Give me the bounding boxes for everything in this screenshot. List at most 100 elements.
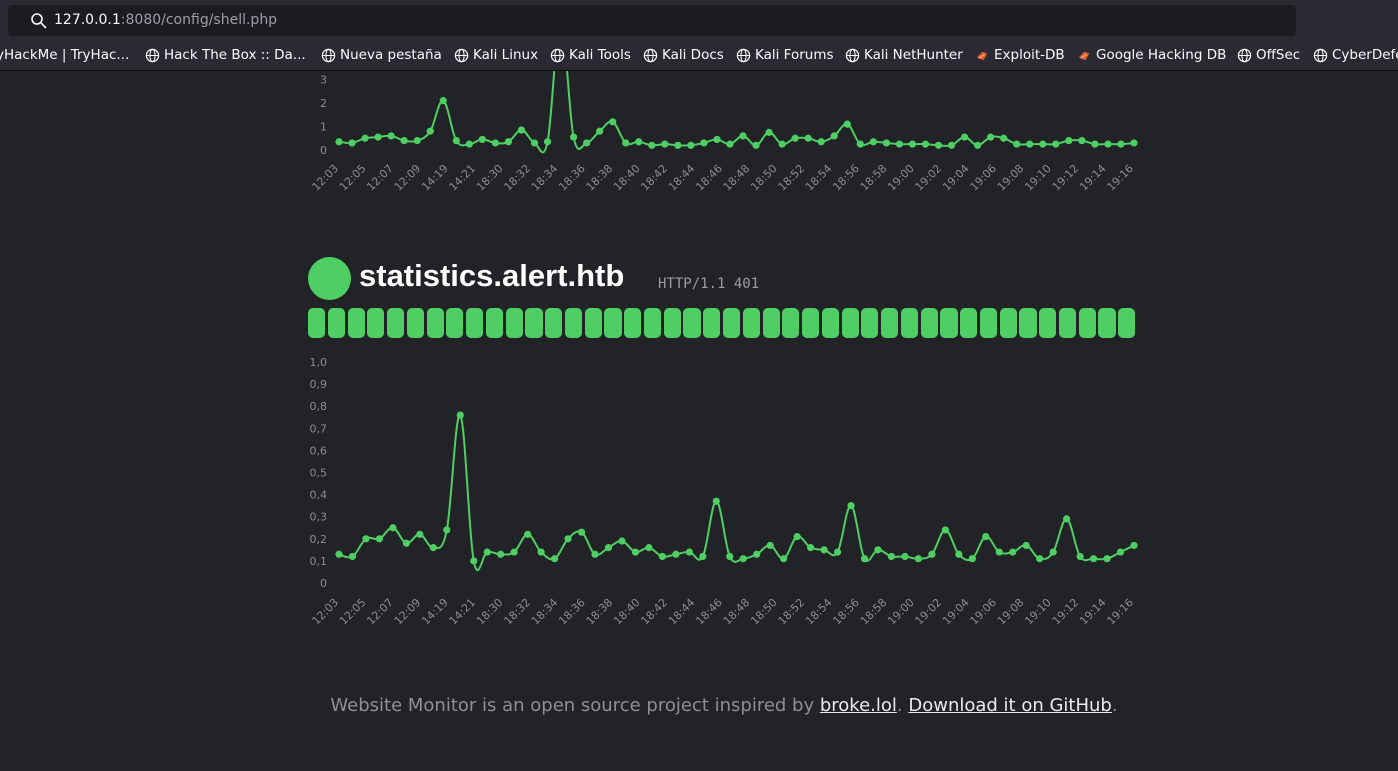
data-point[interactable] — [530, 139, 539, 147]
data-point[interactable] — [1091, 140, 1099, 148]
data-point[interactable] — [537, 548, 545, 556]
status-bar[interactable] — [663, 308, 681, 338]
data-point[interactable] — [1078, 137, 1086, 145]
bookmark-item[interactable]: Kali NetHunter — [845, 46, 963, 64]
status-bar[interactable] — [1058, 308, 1077, 338]
data-point[interactable] — [874, 546, 882, 554]
data-point[interactable] — [583, 139, 591, 147]
data-point[interactable] — [847, 502, 855, 510]
data-point[interactable] — [804, 134, 812, 142]
data-point[interactable] — [362, 535, 370, 543]
data-point[interactable] — [1130, 139, 1138, 147]
address-bar[interactable]: 127.0.0.1:8080/config/shell.php — [8, 5, 1296, 36]
data-point[interactable] — [1076, 552, 1084, 561]
data-point[interactable] — [780, 555, 788, 563]
data-point[interactable] — [807, 544, 815, 552]
data-point[interactable] — [622, 139, 630, 147]
data-point[interactable] — [564, 535, 572, 543]
status-bar[interactable] — [742, 308, 760, 338]
data-point[interactable] — [335, 138, 343, 146]
data-point[interactable] — [1026, 140, 1034, 148]
status-bar[interactable] — [1019, 308, 1037, 338]
data-point[interactable] — [524, 530, 532, 538]
status-bar[interactable] — [446, 308, 464, 338]
data-point[interactable] — [374, 133, 382, 141]
data-point[interactable] — [817, 138, 825, 146]
status-bar[interactable] — [347, 308, 365, 338]
data-point[interactable] — [491, 139, 499, 147]
data-point[interactable] — [934, 141, 943, 149]
status-bar[interactable] — [762, 308, 780, 338]
status-bar[interactable] — [683, 308, 701, 338]
data-point[interactable] — [504, 138, 513, 146]
data-point[interactable] — [661, 140, 669, 148]
data-point[interactable] — [596, 127, 604, 135]
data-point[interactable] — [791, 134, 799, 142]
status-bar[interactable] — [979, 308, 998, 338]
data-point[interactable] — [908, 140, 917, 148]
data-point[interactable] — [1103, 555, 1111, 563]
data-point[interactable] — [1039, 140, 1047, 148]
data-point[interactable] — [843, 120, 851, 128]
data-point[interactable] — [478, 135, 486, 144]
data-point[interactable] — [739, 555, 747, 563]
data-point[interactable] — [982, 532, 990, 541]
data-point[interactable] — [713, 135, 721, 144]
data-point[interactable] — [1065, 137, 1073, 145]
data-point[interactable] — [387, 132, 395, 140]
data-point[interactable] — [348, 552, 357, 561]
status-bar[interactable] — [525, 308, 543, 338]
bookmark-item[interactable]: Kali Linux — [454, 46, 538, 64]
data-point[interactable] — [402, 539, 410, 547]
bookmark-item[interactable]: CyberDefe — [1313, 46, 1398, 64]
data-point[interactable] — [778, 140, 786, 148]
status-bar[interactable] — [999, 308, 1017, 338]
status-bar[interactable] — [920, 308, 938, 338]
data-point[interactable] — [820, 546, 828, 554]
data-point[interactable] — [901, 552, 909, 561]
data-point[interactable] — [416, 530, 424, 538]
status-bar[interactable] — [900, 308, 918, 338]
status-bar[interactable] — [426, 308, 444, 338]
data-point[interactable] — [443, 526, 451, 534]
data-point[interactable] — [577, 528, 586, 536]
data-point[interactable] — [765, 128, 773, 136]
data-point[interactable] — [947, 141, 956, 149]
data-point[interactable] — [955, 550, 963, 558]
data-point[interactable] — [452, 137, 460, 145]
data-point[interactable] — [1089, 555, 1098, 563]
status-bar[interactable] — [841, 308, 859, 338]
data-point[interactable] — [375, 535, 384, 543]
status-bar[interactable] — [584, 308, 602, 338]
status-bar[interactable] — [643, 308, 662, 338]
bookmark-item[interactable]: Kali Docs — [643, 46, 724, 64]
bookmark-item[interactable]: Kali Tools — [550, 46, 631, 64]
data-point[interactable] — [672, 550, 680, 558]
status-bar[interactable] — [327, 308, 345, 338]
data-point[interactable] — [456, 411, 464, 419]
data-point[interactable] — [335, 550, 343, 558]
data-point[interactable] — [1022, 541, 1030, 550]
data-point[interactable] — [1063, 515, 1071, 523]
status-bar[interactable] — [1098, 308, 1116, 338]
status-bar[interactable] — [367, 308, 385, 338]
data-point[interactable] — [726, 552, 734, 561]
data-point[interactable] — [1116, 548, 1125, 556]
data-point[interactable] — [361, 134, 369, 142]
status-bar[interactable] — [406, 308, 424, 338]
brokelol-link[interactable]: broke.lol — [820, 695, 897, 716]
data-point[interactable] — [426, 127, 434, 135]
bookmark-item[interactable]: Exploit-DB — [975, 46, 1065, 64]
github-link[interactable]: Download it on GitHub — [908, 695, 1112, 716]
data-point[interactable] — [400, 137, 408, 145]
data-point[interactable] — [869, 138, 877, 146]
status-bar[interactable] — [782, 308, 800, 338]
data-point[interactable] — [700, 139, 708, 147]
data-point[interactable] — [604, 544, 613, 552]
data-point[interactable] — [887, 552, 896, 561]
data-point[interactable] — [960, 133, 969, 141]
data-point[interactable] — [726, 140, 734, 148]
status-bar[interactable] — [1078, 308, 1096, 338]
status-bar[interactable] — [802, 308, 820, 338]
data-point[interactable] — [928, 550, 936, 558]
